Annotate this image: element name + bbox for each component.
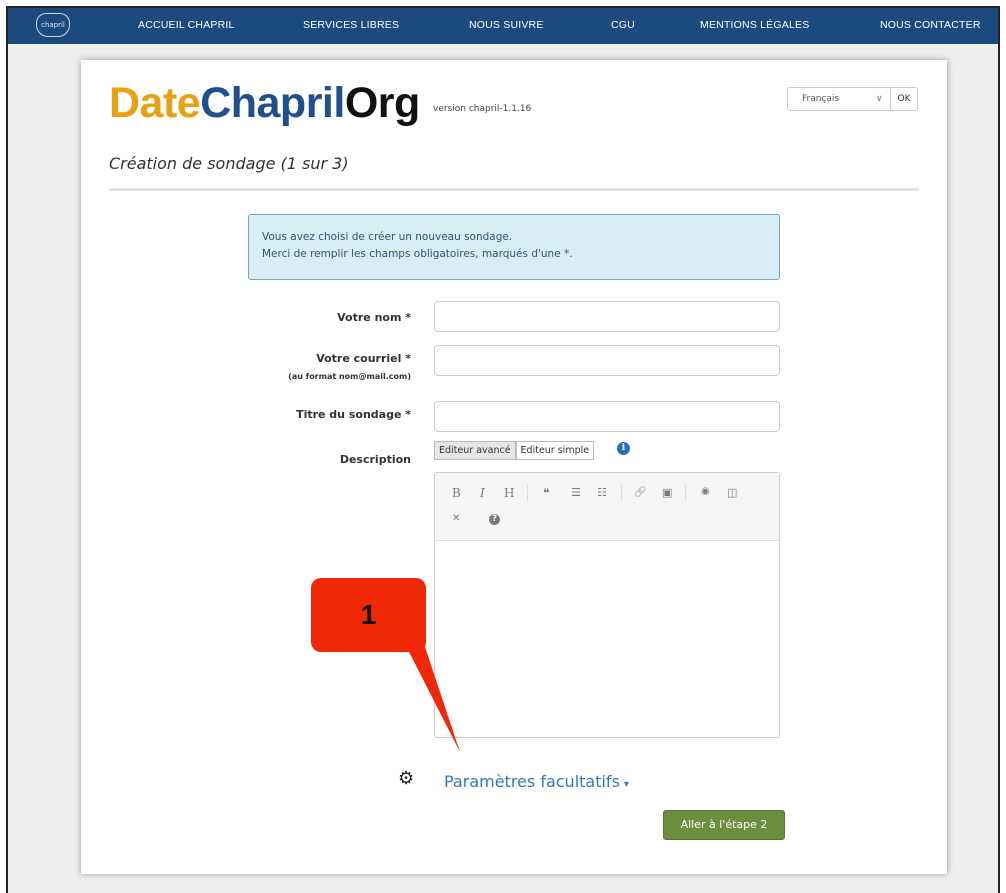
quote-icon[interactable]: ❝ — [543, 487, 549, 499]
info-icon[interactable]: i — [617, 442, 630, 455]
language-ok-button[interactable]: OK — [890, 87, 918, 111]
caret-down-icon: ▾ — [623, 779, 629, 790]
description-label: Description — [339, 453, 411, 466]
email-hint: (au format nom@mail.com) — [288, 372, 411, 381]
nav-accueil[interactable]: ACCUEIL CHAPRIL — [138, 19, 235, 31]
email-label: Votre courriel * — [316, 352, 411, 365]
nav-services-libres[interactable]: SERVICES LIBRES — [303, 19, 399, 31]
nav-nous-suivre[interactable]: NOUS SUIVRE — [469, 19, 544, 31]
email-input[interactable] — [434, 345, 780, 376]
toolbar-separator — [527, 485, 528, 501]
site-logo[interactable]: DateChaprilOrg — [109, 82, 420, 125]
alert-line-1: Vous avez choisi de créer un nouveau son… — [262, 231, 513, 243]
ordered-list-icon[interactable]: ☷ — [597, 487, 607, 498]
brand-part-org: Org — [344, 79, 420, 127]
optional-params-toggle[interactable]: Paramètres facultatifs ▾ — [444, 772, 629, 791]
tab-simple-editor[interactable]: Editeur simple — [515, 441, 595, 460]
browser-frame: chapril ACCUEIL CHAPRIL SERVICES LIBRES … — [6, 6, 1000, 893]
chapril-logo-text: chapril — [41, 21, 65, 29]
nav-cgu[interactable]: CGU — [611, 19, 635, 31]
optional-params-label: Paramètres facultatifs — [444, 772, 620, 791]
markdown-editor[interactable]: B I H ❝ ☰ ☷ 🔗 ▣ ◉ ◫ ✕ ? — [434, 472, 780, 738]
annotation-callout: 1 — [311, 578, 426, 652]
editor-toolbar: B I H ❝ ☰ ☷ 🔗 ▣ ◉ ◫ ✕ ? — [435, 473, 779, 541]
tab-advanced-editor[interactable]: Editeur avancé — [434, 441, 516, 460]
editor-tabs: Editeur avancé Editeur simple — [434, 441, 595, 462]
chevron-down-icon: ∨ — [876, 94, 883, 104]
link-icon[interactable]: 🔗 — [634, 488, 646, 498]
help-icon[interactable]: ? — [489, 514, 500, 525]
main-panel: DateChaprilOrg version chapril-1.1.16 Fr… — [81, 60, 947, 874]
title-label: Titre du sondage * — [296, 408, 411, 421]
nav-nous-contacter[interactable]: NOUS CONTACTER — [880, 19, 981, 31]
top-navbar: chapril ACCUEIL CHAPRIL SERVICES LIBRES … — [8, 8, 998, 44]
unordered-list-icon[interactable]: ☰ — [571, 487, 581, 498]
name-input[interactable] — [434, 301, 780, 332]
next-step-button[interactable]: Aller à l'étape 2 — [663, 810, 785, 840]
name-label: Votre nom * — [337, 311, 411, 324]
version-label: version chapril-1.1.16 — [433, 104, 532, 114]
nav-mentions-legales[interactable]: MENTIONS LÉGALES — [700, 19, 809, 31]
bold-icon[interactable]: B — [452, 487, 461, 499]
info-alert: Vous avez choisi de créer un nouveau son… — [248, 214, 780, 280]
divider — [109, 188, 919, 191]
heading-icon[interactable]: H — [504, 487, 514, 499]
brand-part-date: Date — [109, 79, 201, 127]
preview-icon[interactable]: ◉ — [701, 487, 710, 497]
toolbar-separator — [621, 485, 622, 501]
fullscreen-icon[interactable]: ✕ — [452, 514, 460, 524]
chapril-logo-icon[interactable]: chapril — [36, 13, 70, 37]
poll-title-input[interactable] — [434, 401, 780, 432]
language-select[interactable]: Français ∨ — [787, 87, 891, 111]
language-selected: Français — [802, 94, 840, 104]
image-icon[interactable]: ▣ — [662, 487, 672, 498]
italic-icon[interactable]: I — [480, 487, 485, 499]
toolbar-separator — [685, 485, 686, 501]
brand-part-chapril: Chapril — [200, 79, 345, 127]
alert-line-2: Merci de remplir les champs obligatoires… — [262, 248, 573, 260]
side-by-side-icon[interactable]: ◫ — [727, 487, 737, 498]
page-title: Création de sondage (1 sur 3) — [109, 154, 349, 173]
gear-icon: ⚙ — [398, 768, 415, 789]
